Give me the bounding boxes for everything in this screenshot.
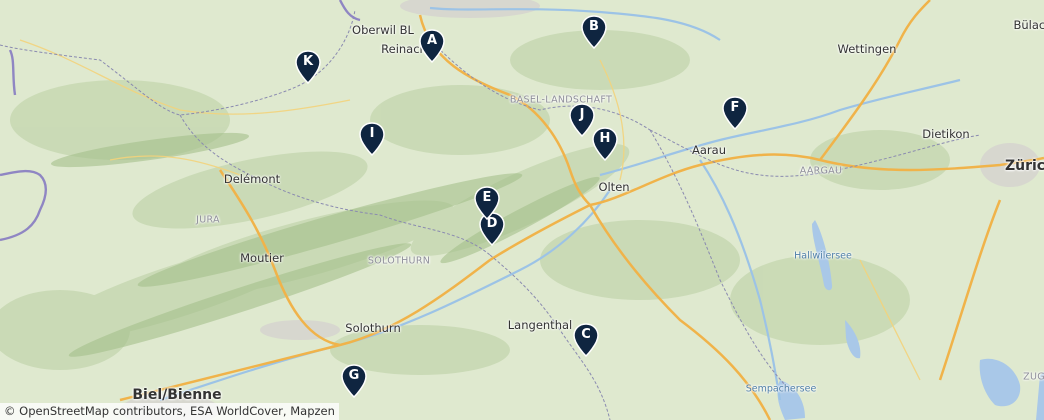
place-label-oberwil: Oberwil BL	[352, 23, 414, 37]
marker-letter: A	[426, 33, 438, 48]
marker-letter: K	[302, 54, 314, 69]
region-label-jura: JURA	[196, 214, 220, 226]
map-marker-g[interactable]: G	[341, 364, 367, 398]
map-marker-e[interactable]: E	[474, 186, 500, 220]
region-label-aargau: AARGAU	[799, 165, 843, 177]
map-basemap	[0, 0, 1044, 420]
attribution-link[interactable]: © OpenStreetMap contributors, ESA WorldC…	[4, 404, 335, 418]
map-marker-i[interactable]: I	[359, 122, 385, 156]
map-marker-c[interactable]: C	[573, 323, 599, 357]
marker-letter: F	[730, 100, 740, 115]
map-marker-k[interactable]: K	[295, 50, 321, 84]
place-label-solothurn: Solothurn	[345, 321, 401, 335]
map-marker-f[interactable]: F	[722, 96, 748, 130]
region-label-zug: ZUG	[1023, 371, 1044, 383]
map-canvas[interactable]: Oberwil BL Reinach Wettingen Bülach BASE…	[0, 0, 1044, 420]
place-label-moutier: Moutier	[240, 251, 284, 265]
marker-letter: C	[581, 327, 591, 342]
place-label-wettingen: Wettingen	[837, 42, 897, 56]
place-label-dietikon: Dietikon	[922, 127, 970, 141]
place-label-langenthal: Langenthal	[507, 318, 573, 332]
marker-letter: H	[599, 131, 611, 146]
map-marker-h[interactable]: H	[592, 127, 618, 161]
place-label-zuerich: Zürich	[1004, 158, 1044, 174]
marker-letter: B	[589, 19, 599, 34]
lake-label-hallwilersee: Hallwilersee	[794, 250, 852, 262]
place-label-delemont: Delémont	[223, 172, 281, 186]
region-label-basel-landschaft: BASEL-LANDSCHAFT	[509, 94, 613, 106]
lake-label-sempachersee: Sempachersee	[745, 383, 817, 395]
region-label-solothurn: SOLOTHURN	[367, 255, 431, 267]
map-marker-a[interactable]: A	[419, 29, 445, 63]
map-attribution[interactable]: © OpenStreetMap contributors, ESA WorldC…	[0, 403, 339, 420]
place-label-buelach: Bülach	[1013, 18, 1044, 32]
place-label-olten: Olten	[598, 180, 630, 194]
marker-letter: E	[482, 190, 492, 205]
marker-letter: G	[348, 368, 360, 383]
marker-letter: J	[579, 107, 585, 122]
map-marker-b[interactable]: B	[581, 15, 607, 49]
place-label-aarau: Aarau	[692, 143, 726, 157]
marker-letter: I	[369, 126, 375, 141]
place-label-biel-bienne: Biel/Bienne	[132, 387, 222, 403]
map-marker-j[interactable]: J	[569, 103, 595, 137]
